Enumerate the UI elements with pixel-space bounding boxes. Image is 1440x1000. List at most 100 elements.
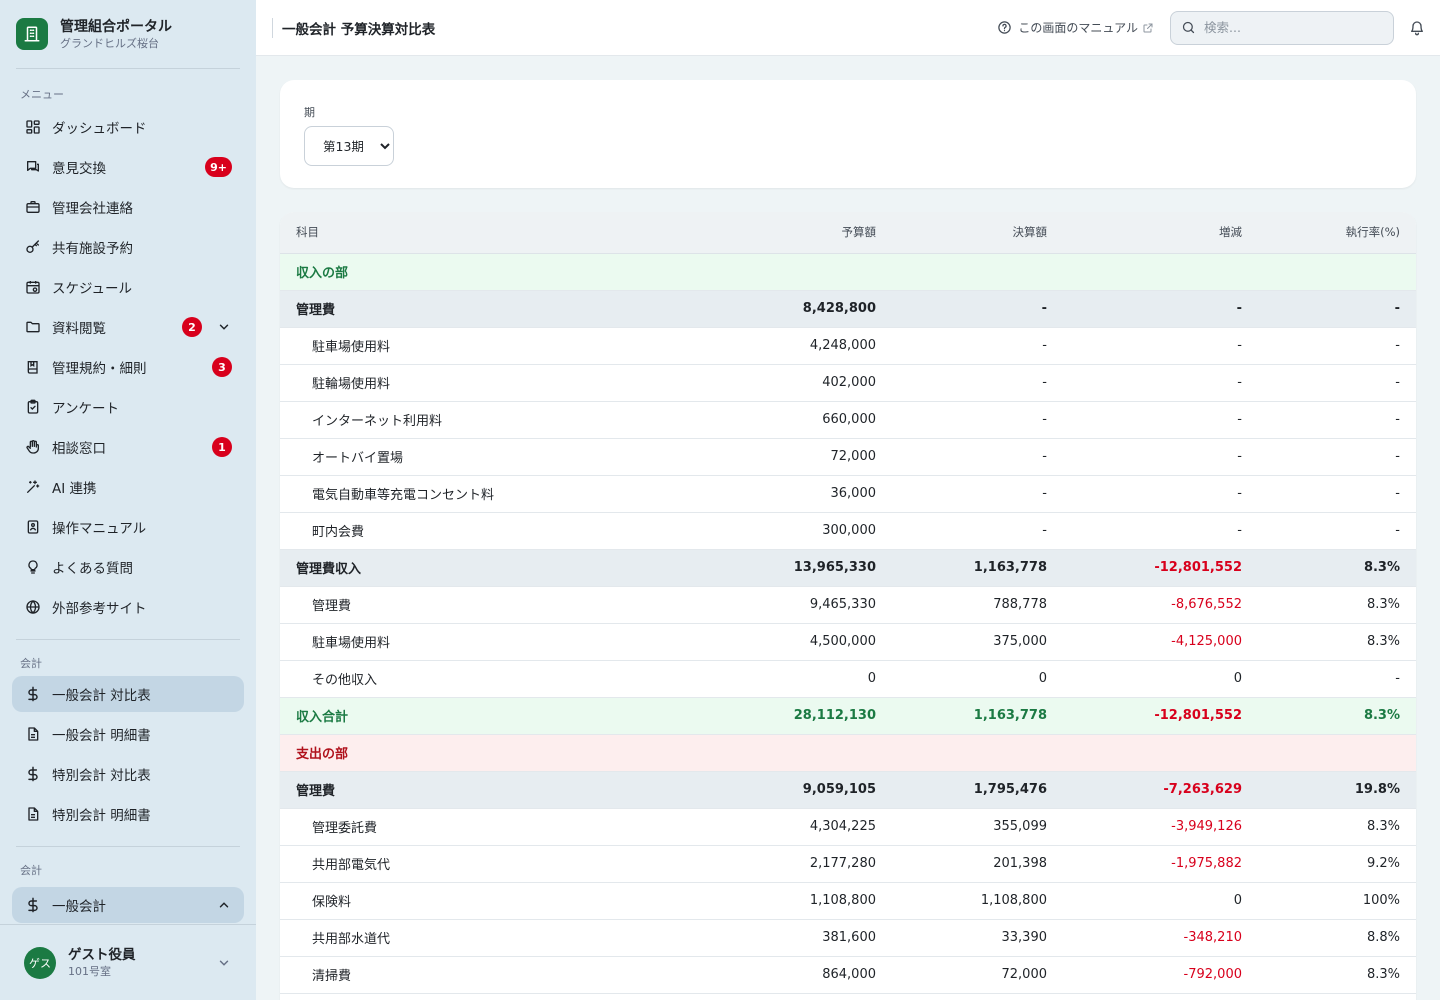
account-cell: 駐車場使用料 <box>280 327 660 365</box>
budget-cell: 72,000 <box>660 438 892 476</box>
header-account[interactable]: 科目 <box>280 212 660 254</box>
budget-cell: 8,428,800 <box>660 290 892 328</box>
chevron-down-icon[interactable] <box>216 319 232 335</box>
sidebar-item-label: 外部参考サイト <box>52 601 147 617</box>
sidebar-item-external-sites[interactable]: 外部参考サイト <box>12 589 244 625</box>
rate-cell <box>1258 734 1416 772</box>
budget-cell: 9,465,330 <box>660 586 892 624</box>
chevron-up-icon[interactable] <box>216 897 232 913</box>
sidebar-item-opinions[interactable]: 意見交換 9+ <box>12 149 244 185</box>
account-cell: 管理費 <box>280 771 660 809</box>
manual-link[interactable]: この画面のマニュアル <box>997 19 1154 36</box>
actual-cell: - <box>892 401 1063 439</box>
account-cell: 支出の部 <box>280 734 660 772</box>
rate-cell: - <box>1258 512 1416 550</box>
sparkle-icon <box>24 478 42 496</box>
header-rate[interactable]: 執行率(%) <box>1258 212 1416 254</box>
table-row: 管理委託費 4,304,225 355,099 -3,949,126 8.3% <box>280 808 1416 846</box>
sidebar-item-survey[interactable]: アンケート <box>12 389 244 425</box>
sidebar-item-general-statement[interactable]: 一般会計 明細書 <box>12 716 244 752</box>
sidebar-item-facility-booking[interactable]: 共有施設予約 <box>12 229 244 265</box>
sidebar-item-bylaws[interactable]: 管理規約・細則 3 <box>12 349 244 385</box>
rate-cell: 8.3% <box>1258 623 1416 661</box>
sidebar-item-label: AI 連携 <box>52 481 97 497</box>
actual-cell: - <box>892 290 1063 328</box>
account-cell: 管理費 <box>280 586 660 624</box>
header-budget[interactable]: 予算額 <box>660 212 892 254</box>
sidebar-item-label: よくある質問 <box>52 561 133 577</box>
actual-cell: - <box>892 512 1063 550</box>
header-diff[interactable]: 増減 <box>1063 212 1258 254</box>
user-room: 101号室 <box>68 965 111 978</box>
sidebar-item-label: アンケート <box>52 401 119 417</box>
divider <box>272 17 273 38</box>
account-cell: オートバイ置場 <box>280 438 660 476</box>
actual-cell: 201,398 <box>892 845 1063 883</box>
diff-cell <box>1063 734 1258 772</box>
account-cell: 町内会費 <box>280 512 660 550</box>
book-icon <box>24 358 42 376</box>
actual-cell: - <box>892 475 1063 513</box>
budget-table: 科目 予算額 決算額 増減 執行率(%) 収入の部 管理費 8,428,800- - -… <box>280 212 1416 994</box>
diff-cell: - <box>1063 512 1258 550</box>
sidebar-item-faq[interactable]: よくある質問 <box>12 549 244 585</box>
sidebar-item-label: ダッシュボード <box>52 121 147 137</box>
key-icon <box>24 238 42 256</box>
table-row: 共用部水道代 381,600 33,390 -348,210 8.8% <box>280 919 1416 957</box>
diff-cell: - <box>1063 364 1258 402</box>
account-cell: インターネット利用料 <box>280 401 660 439</box>
rate-cell: 8.3% <box>1258 956 1416 994</box>
budget-cell: 864,000 <box>660 956 892 994</box>
sidebar-group-general-accounting[interactable]: 一般会計 <box>12 887 244 923</box>
sidebar-item-general-comparison[interactable]: 一般会計 対比表 <box>12 676 244 712</box>
bell-icon[interactable] <box>1408 19 1426 37</box>
budget-cell: 2,177,280 <box>660 845 892 883</box>
dollar-icon <box>24 685 42 703</box>
sidebar-item-special-comparison[interactable]: 特別会計 対比表 <box>12 756 244 792</box>
actual-cell: 33,390 <box>892 919 1063 957</box>
sidebar-item-label: 一般会計 対比表 <box>52 688 151 704</box>
table-body: 収入の部 管理費 8,428,800- - - 駐車場使用料 4,248,000- - - 駐輪場… <box>280 253 1416 994</box>
sidebar-item-label: スケジュール <box>52 281 133 297</box>
sidebar-item-ai[interactable]: AI 連携 <box>12 469 244 505</box>
budget-cell: 28,112,130 <box>660 697 892 735</box>
user-menu[interactable]: ゲス ゲスト役員 101号室 <box>0 924 256 1000</box>
app-title: 管理組合ポータル <box>60 18 172 35</box>
sidebar-item-dashboard[interactable]: ダッシュボード <box>12 109 244 145</box>
sidebar-item-label: 相談窓口 <box>52 441 106 457</box>
table-row: 駐車場使用料 4,248,000- - - <box>280 327 1416 365</box>
filter-card: 期 第13期 <box>280 80 1416 188</box>
sidebar-item-special-statement[interactable]: 特別会計 明細書 <box>12 796 244 832</box>
sidebar-item-consultation[interactable]: 相談窓口 1 <box>12 429 244 465</box>
actual-cell: 355,099 <box>892 808 1063 846</box>
budget-cell: 4,304,225 <box>660 808 892 846</box>
sidebar-item-management-contact[interactable]: 管理会社連絡 <box>12 189 244 225</box>
sidebar-item-schedule[interactable]: スケジュール <box>12 269 244 305</box>
search-input[interactable] <box>1204 20 1374 35</box>
budget-cell: 36,000 <box>660 475 892 513</box>
app-subtitle: グランドヒルズ桜台 <box>60 36 159 50</box>
sidebar-item-label: 資料閲覧 <box>52 321 106 337</box>
sidebar-item-documents[interactable]: 資料閲覧 2 <box>12 309 244 345</box>
user-name: ゲスト役員 <box>68 947 136 963</box>
briefcase-icon <box>24 198 42 216</box>
chevron-down-icon[interactable] <box>216 955 232 971</box>
sidebar-item-manual[interactable]: 操作マニュアル <box>12 509 244 545</box>
account-cell: 電気自動車等充電コンセント料 <box>280 475 660 513</box>
search-box[interactable] <box>1170 10 1394 45</box>
rate-cell: 8.8% <box>1258 919 1416 957</box>
table-row: 町内会費 300,000- - - <box>280 512 1416 550</box>
brand[interactable]: 管理組合ポータル グランドヒルズ桜台 <box>0 0 256 68</box>
folder-icon <box>24 318 42 336</box>
header-actual[interactable]: 決算額 <box>892 212 1063 254</box>
diff-cell: -7,263,629 <box>1063 771 1258 809</box>
diff-cell: -8,676,552 <box>1063 586 1258 624</box>
menu-section-label: メニュー <box>20 88 64 101</box>
search-icon <box>1182 21 1195 34</box>
table-header-row: 科目 予算額 決算額 増減 執行率(%) <box>280 212 1416 254</box>
account-cell: 駐車場使用料 <box>280 623 660 661</box>
actual-cell <box>892 253 1063 291</box>
account-cell: 管理委託費 <box>280 808 660 846</box>
sidebar: 管理組合ポータル グランドヒルズ桜台 メニュー ダッシュボード 意見交換 9+ … <box>0 0 256 1000</box>
period-select[interactable]: 第13期 <box>304 126 394 166</box>
